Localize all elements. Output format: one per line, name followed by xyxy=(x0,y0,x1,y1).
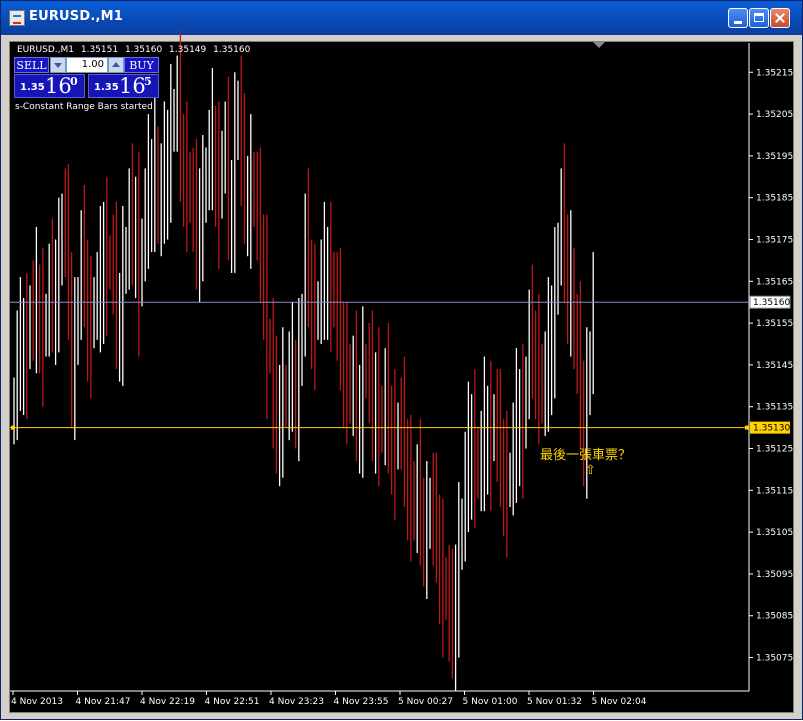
sell-quote[interactable]: 1.35 16 0 xyxy=(14,74,85,98)
up-arrow-icon: ⇧ xyxy=(585,463,596,478)
chart-annotation: 最後一張車票？ xyxy=(540,448,632,463)
buy-quote-fraction: 5 xyxy=(144,75,152,88)
price-tick-label: 1.35215 xyxy=(756,68,793,78)
time-tick-label: 5 Nov 02:04 xyxy=(592,697,647,707)
price-tick-label: 1.35205 xyxy=(756,110,793,120)
time-tick-label: 4 Nov 22:19 xyxy=(140,697,195,707)
price-tick-label: 1.35085 xyxy=(756,612,793,622)
price-tick-label: 1.35195 xyxy=(756,152,793,162)
time-tick-label: 4 Nov 23:55 xyxy=(334,697,389,707)
time-tick-label: 4 Nov 2013 xyxy=(11,697,63,707)
sell-quote-fraction: 0 xyxy=(70,75,78,88)
price-tick-label: 1.35105 xyxy=(756,528,793,538)
time-tick-label: 4 Nov 21:47 xyxy=(76,697,131,707)
sell-quote-prefix: 1.35 xyxy=(20,82,45,93)
price-tick-label: 1.35115 xyxy=(756,486,793,496)
time-tick-label: 4 Nov 22:51 xyxy=(205,697,260,707)
time-tick-label: 4 Nov 23:23 xyxy=(269,697,324,707)
buy-quote[interactable]: 1.35 16 5 xyxy=(88,74,159,98)
one-click-trade-panel: SELL 1.00 BUY 1.35 16 0 1.35 16 5 xyxy=(14,57,159,98)
lot-decrease-icon[interactable] xyxy=(50,57,66,73)
price-tick-label: 1.35125 xyxy=(756,445,793,455)
current-price-label: 1.35160 xyxy=(753,298,790,308)
support-anchor-left xyxy=(11,425,15,430)
time-tick-label: 5 Nov 00:27 xyxy=(398,697,453,707)
chart-shift-marker xyxy=(593,42,605,48)
buy-quote-pips: 16 xyxy=(119,74,146,98)
price-tick-label: 1.35155 xyxy=(756,319,793,329)
buy-button[interactable]: BUY xyxy=(124,57,159,73)
sell-button[interactable]: SELL xyxy=(14,57,49,73)
price-tick-label: 1.35135 xyxy=(756,403,793,413)
price-tick-label: 1.35145 xyxy=(756,361,793,371)
price-tick-label: 1.35095 xyxy=(756,570,793,580)
time-tick-label: 5 Nov 01:00 xyxy=(463,697,518,707)
price-tick-label: 1.35175 xyxy=(756,235,793,245)
sell-quote-pips: 16 xyxy=(45,74,72,98)
price-tick-label: 1.35165 xyxy=(756,277,793,287)
ticker-symbol: EURUSD.,M1 xyxy=(17,45,74,55)
price-tick-label: 1.35185 xyxy=(756,194,793,204)
indicator-status: s-Constant Range Bars started xyxy=(15,102,153,112)
ticker-info: EURUSD.,M1 1.35151 1.35160 1.35149 1.351… xyxy=(17,45,254,55)
time-tick-label: 5 Nov 01:32 xyxy=(527,697,582,707)
price-tick-label: 1.35075 xyxy=(756,654,793,664)
support-price-label: 1.35130 xyxy=(753,424,790,434)
support-anchor-right xyxy=(745,425,749,430)
lot-increase-icon[interactable] xyxy=(108,57,124,73)
chart-window: EURUSD.,M1 1.35215 1.35205 1.35195 1.35185 1… xyxy=(0,0,803,720)
lot-size-input[interactable]: 1.00 xyxy=(66,57,108,73)
ticker-close: 1.35160 xyxy=(213,45,251,55)
ticker-high: 1.35160 xyxy=(124,45,163,55)
ticker-low: 1.35149 xyxy=(169,45,207,55)
ticker-open: 1.35151 xyxy=(80,45,119,55)
buy-quote-prefix: 1.35 xyxy=(94,82,119,93)
